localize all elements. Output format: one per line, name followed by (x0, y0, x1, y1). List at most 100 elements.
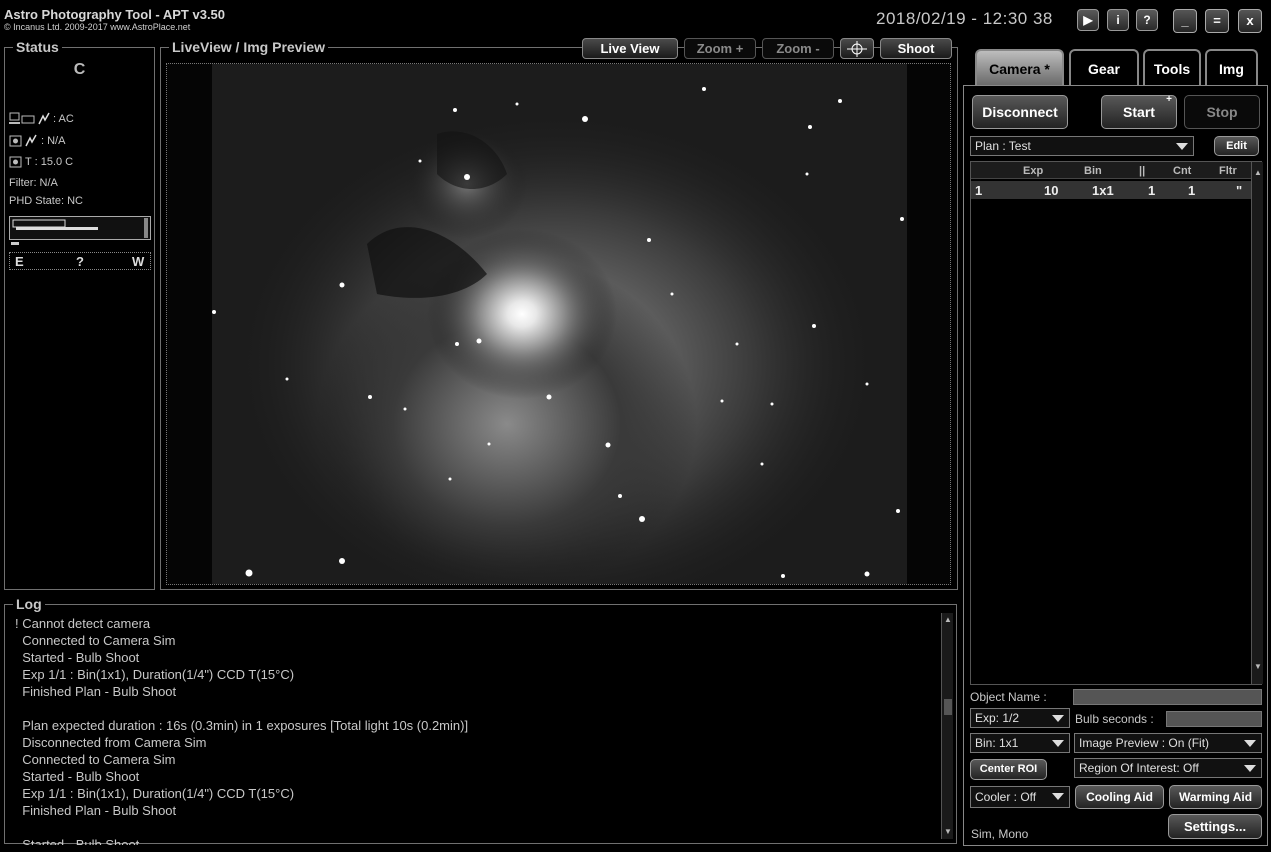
app-copyright: © Incanus Ltd. 2009-2017 www.AstroPlace.… (4, 22, 191, 32)
roi-value: Region Of Interest: Off (1079, 761, 1199, 775)
cooler-dropdown[interactable]: Cooler : Off (970, 786, 1070, 808)
zoom-out-button[interactable]: Zoom - (762, 38, 834, 59)
minimize-button[interactable]: _ (1173, 9, 1197, 33)
log-line: Finished Plan - Bulb Shoot (15, 803, 177, 818)
log-line: Exp 1/1 : Bin(1x1), Duration(1/4") CCD T… (15, 667, 295, 682)
exposure-dropdown[interactable]: Exp: 1/2 (970, 708, 1070, 728)
temperature-status: T : 15.0 C (9, 155, 73, 169)
log-line: Connected to Camera Sim (15, 633, 176, 648)
chevron-down-icon (1052, 740, 1064, 747)
temperature-label: T : (25, 155, 38, 168)
log-line: ! Cannot detect camera (15, 616, 151, 631)
filter-status: Filter: N/A (9, 177, 58, 189)
app-title: Astro Photography Tool - APT v3.50 (4, 7, 226, 22)
disconnect-button[interactable]: Disconnect (972, 95, 1068, 129)
col-exp: Exp (1023, 165, 1044, 177)
log-line: Started - Bulb Shoot (15, 650, 140, 665)
image-preview[interactable] (166, 63, 951, 585)
center-roi-button[interactable]: Center ROI (970, 759, 1047, 780)
bulb-seconds-label: Bulb seconds : (1075, 712, 1154, 726)
row-exp: 10 (1044, 183, 1059, 198)
cooling-aid-button[interactable]: Cooling Aid (1075, 785, 1164, 809)
guide-east: E (15, 254, 24, 269)
tab-camera[interactable]: Camera * (975, 49, 1064, 85)
image-preview-dropdown[interactable]: Image Preview : On (Fit) (1074, 733, 1262, 753)
log-line: Finished Plan - Bulb Shoot (15, 684, 177, 699)
chevron-down-icon (1052, 793, 1064, 800)
scroll-down-icon[interactable]: ▼ (942, 825, 954, 839)
camera-power-icon (9, 134, 37, 147)
info-button[interactable]: i (1107, 9, 1129, 31)
log-line: Plan expected duration : 16s (0.3min) in… (15, 718, 469, 733)
scroll-down-icon[interactable]: ▼ (1252, 660, 1264, 674)
col-fltr: Fltr (1219, 165, 1237, 177)
maximize-button[interactable]: = (1205, 9, 1229, 33)
bulb-seconds-input[interactable] (1166, 711, 1262, 727)
status-title: Status (13, 39, 62, 55)
guide-direction: E ? W (9, 252, 151, 270)
scroll-up-icon[interactable]: ▲ (942, 613, 954, 627)
scroll-thumb[interactable] (944, 699, 952, 715)
stop-button[interactable]: Stop (1184, 95, 1260, 129)
camera-info: Sim, Mono (971, 827, 1029, 841)
log-line: Disconnected from Camera Sim (15, 735, 207, 750)
row-cnt: 1 (1188, 183, 1196, 198)
temperature-value: 15.0 C (40, 155, 74, 168)
tab-gear[interactable]: Gear (1069, 49, 1139, 85)
log-line: Exp 1/1 : Bin(1x1), Duration(1/4") CCD T… (15, 786, 295, 801)
chevron-down-icon (1176, 143, 1188, 150)
table-row[interactable]: 1 10 1x1 1 1 " (971, 181, 1251, 199)
plan-dropdown[interactable]: Plan : Test (970, 136, 1194, 156)
scroll-up-icon[interactable]: ▲ (1252, 166, 1264, 180)
title-bar: Astro Photography Tool - APT v3.50 © Inc… (0, 0, 1271, 40)
guide-west: W (132, 254, 145, 269)
log-panel: Log ! Cannot detect camera Connected to … (4, 596, 957, 845)
row-pause: 1 (1148, 183, 1156, 198)
plan-table: Exp Bin || Cnt Fltr 1 10 1x1 1 1 " ▲ ▼ (970, 161, 1263, 685)
guide-indicator (11, 242, 19, 245)
plan-table-header: Exp Bin || Cnt Fltr (971, 162, 1251, 179)
log-line: Started - Bulb Shoot (15, 837, 140, 845)
warming-aid-button[interactable]: Warming Aid (1169, 785, 1262, 809)
cooler-value: Cooler : Off (975, 790, 1037, 804)
crosshair-button[interactable] (840, 38, 874, 59)
roi-dropdown[interactable]: Region Of Interest: Off (1074, 758, 1262, 778)
status-letter: C (73, 61, 86, 78)
bin-dropdown[interactable]: Bin: 1x1 (970, 733, 1070, 753)
image-preview-value: Image Preview : On (Fit) (1079, 736, 1210, 750)
play-button[interactable]: ▶ (1077, 9, 1099, 31)
tab-img[interactable]: Img (1205, 49, 1258, 85)
log-line: Connected to Camera Sim (15, 752, 176, 767)
row-bin: 1x1 (1092, 183, 1114, 198)
close-button[interactable]: x (1238, 9, 1262, 33)
plan-scrollbar[interactable]: ▲ ▼ (1251, 162, 1263, 684)
power-value: : AC (53, 112, 74, 125)
log-scrollbar[interactable]: ▲ ▼ (941, 613, 953, 839)
camera-power-value: : N/A (41, 134, 66, 147)
live-view-button[interactable]: Live View (582, 38, 678, 59)
tab-tools[interactable]: Tools (1143, 49, 1201, 85)
help-button[interactable]: ? (1136, 9, 1158, 31)
crosshair-icon (847, 41, 867, 57)
edit-plan-button[interactable]: Edit (1214, 136, 1259, 156)
chevron-down-icon (1244, 765, 1256, 772)
exposure-value: Exp: 1/2 (975, 711, 1020, 725)
camera-icon (9, 156, 22, 168)
object-name-input[interactable] (1073, 689, 1262, 705)
datetime-display: 2018/02/19 - 12:30 38 (876, 9, 1053, 28)
start-button[interactable]: Start + (1101, 94, 1177, 129)
guide-unknown: ? (76, 254, 84, 269)
log-line: Started - Bulb Shoot (15, 769, 140, 784)
settings-button[interactable]: Settings... (1168, 814, 1262, 839)
col-cnt: Cnt (1173, 165, 1192, 177)
liveview-title: LiveView / Img Preview (169, 39, 329, 55)
row-fltr: " (1236, 183, 1243, 198)
start-label: Start (1123, 104, 1155, 120)
power-status: : AC (9, 112, 74, 126)
phd-state: PHD State: NC (9, 195, 83, 207)
log-title: Log (13, 596, 45, 612)
shoot-button[interactable]: Shoot (880, 38, 952, 59)
zoom-in-button[interactable]: Zoom + (684, 38, 756, 59)
